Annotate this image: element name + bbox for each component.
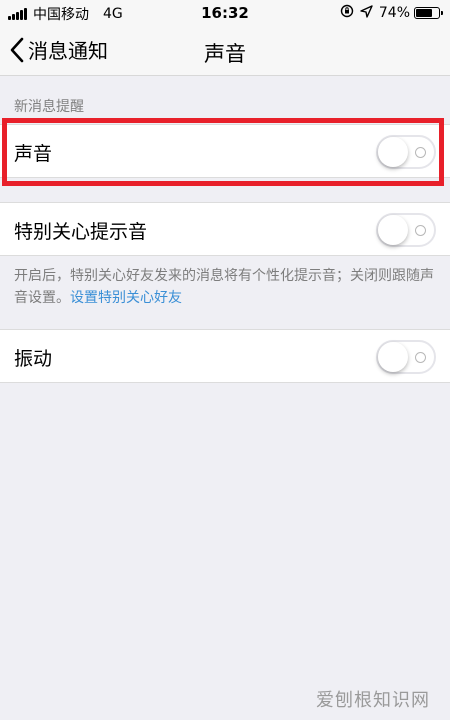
set-special-care-friends-link[interactable]: 设置特别关心好友: [70, 290, 182, 306]
special-care-tone-label: 特别关心提示音: [14, 221, 148, 243]
toggle-off-indicator-icon: [415, 147, 426, 158]
sound-toggle[interactable]: [376, 135, 436, 169]
vibration-row: 振动: [0, 329, 450, 383]
toggle-knob: [378, 137, 408, 167]
battery-percent: 74%: [378, 5, 410, 21]
lock-rotation-icon: [340, 4, 354, 22]
sound-label: 声音: [14, 143, 53, 165]
watermark: 爱刨根知识网: [316, 690, 430, 711]
vibration-toggle[interactable]: [376, 340, 436, 374]
toggle-knob: [378, 215, 408, 245]
page-title: 声音: [204, 42, 246, 66]
special-care-tone-toggle[interactable]: [376, 213, 436, 247]
toggle-knob: [378, 342, 408, 372]
vibration-label: 振动: [14, 348, 53, 370]
toggle-off-indicator-icon: [415, 225, 426, 236]
sound-row: 声音: [0, 124, 450, 178]
status-right: 74%: [340, 4, 443, 22]
navigation-bar: 消息通知 声音: [0, 26, 450, 76]
battery-fill: [416, 9, 433, 17]
section-header-new-message: 新消息提醒: [14, 99, 84, 115]
toggle-off-indicator-icon: [415, 352, 426, 363]
location-arrow-icon: [360, 4, 373, 22]
footer-note: 开启后，特别关心好友发来的消息将有个性化提示音；关闭则跟随声音设置。设置特别关心…: [14, 265, 440, 309]
special-care-tone-row: 特别关心提示音: [0, 202, 450, 256]
status-bar: 中国移动 4G 16:32 74%: [0, 0, 450, 26]
battery-icon: [414, 7, 443, 19]
